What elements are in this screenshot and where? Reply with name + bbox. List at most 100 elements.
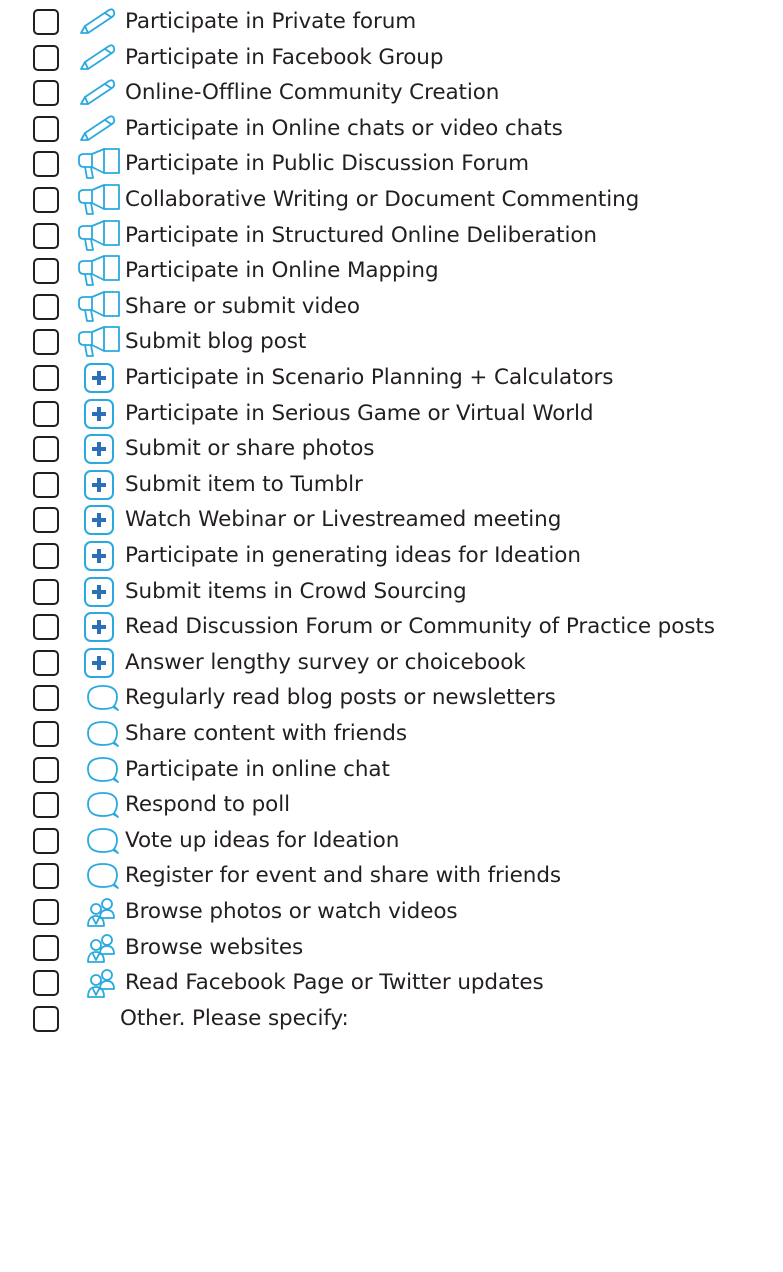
people-icon (76, 967, 120, 999)
pencil-icon (76, 77, 120, 109)
checkbox[interactable] (33, 685, 59, 711)
people-icon (76, 896, 120, 928)
item-label: Browse websites (125, 935, 304, 960)
checkbox[interactable] (33, 650, 59, 676)
list-item[interactable]: Browse websites (0, 930, 783, 966)
megaphone-icon (76, 326, 120, 358)
item-label: Submit blog post (125, 329, 307, 354)
list-item[interactable]: Regularly read blog posts or newsletters (0, 680, 783, 716)
speech-bubble-icon (76, 825, 120, 857)
pencil-icon (76, 113, 120, 145)
pencil-icon (76, 6, 120, 38)
item-label: Register for event and share with friend… (125, 863, 561, 888)
plus-icon (76, 398, 120, 430)
checkbox[interactable] (33, 151, 59, 177)
list-item[interactable]: Read Discussion Forum or Community of Pr… (0, 609, 783, 645)
megaphone-icon (76, 148, 120, 180)
checkbox[interactable] (33, 579, 59, 605)
list-item[interactable]: Participate in Facebook Group (0, 40, 783, 76)
item-label: Participate in Online chats or video cha… (125, 116, 563, 141)
list-item[interactable]: Participate in Private forum (0, 4, 783, 40)
item-label: Answer lengthy survey or choicebook (125, 650, 526, 675)
list-item[interactable]: Participate in Scenario Planning + Calcu… (0, 360, 783, 396)
item-label: Share content with friends (125, 721, 407, 746)
list-item[interactable]: Answer lengthy survey or choicebook (0, 645, 783, 681)
megaphone-icon (76, 255, 120, 287)
checkbox[interactable] (33, 294, 59, 320)
speech-bubble-icon (76, 754, 120, 786)
list-item[interactable]: Participate in Online chats or video cha… (0, 111, 783, 147)
list-item[interactable]: Submit item to Tumblr (0, 467, 783, 503)
speech-bubble-icon (76, 718, 120, 750)
list-item[interactable]: Participate in Online Mapping (0, 253, 783, 289)
item-label: Submit items in Crowd Sourcing (125, 579, 467, 604)
item-label: Read Discussion Forum or Community of Pr… (125, 614, 715, 639)
list-item[interactable]: Online-Offline Community Creation (0, 75, 783, 111)
other-option[interactable]: Other. Please specify: (0, 1001, 783, 1037)
item-label: Submit item to Tumblr (125, 472, 363, 497)
list-item[interactable]: Browse photos or watch videos (0, 894, 783, 930)
checkbox[interactable] (33, 970, 59, 996)
item-label: Participate in generating ideas for Idea… (125, 543, 581, 568)
checkbox[interactable] (33, 757, 59, 783)
megaphone-icon (76, 291, 120, 323)
item-label: Collaborative Writing or Document Commen… (125, 187, 640, 212)
item-label: Respond to poll (125, 792, 290, 817)
checkbox[interactable] (33, 401, 59, 427)
checkbox[interactable] (33, 258, 59, 284)
list-item[interactable]: Submit items in Crowd Sourcing (0, 574, 783, 610)
list-item[interactable]: Share or submit video (0, 289, 783, 325)
people-icon (76, 932, 120, 964)
item-label: Online-Offline Community Creation (125, 80, 500, 105)
item-label: Browse photos or watch videos (125, 899, 458, 924)
checkbox[interactable] (33, 721, 59, 747)
checkbox[interactable] (33, 863, 59, 889)
other-checkbox[interactable] (33, 1006, 59, 1032)
checkbox[interactable] (33, 543, 59, 569)
list-item[interactable]: Vote up ideas for Ideation (0, 823, 783, 859)
list-item[interactable]: Participate in Structured Online Deliber… (0, 218, 783, 254)
checkbox[interactable] (33, 472, 59, 498)
checkbox[interactable] (33, 116, 59, 142)
checkbox[interactable] (33, 223, 59, 249)
checkbox[interactable] (33, 9, 59, 35)
checkbox[interactable] (33, 935, 59, 961)
list-item[interactable]: Submit or share photos (0, 431, 783, 467)
list-item[interactable]: Participate in online chat (0, 752, 783, 788)
checkbox[interactable] (33, 329, 59, 355)
plus-icon (76, 611, 120, 643)
item-label: Participate in online chat (125, 757, 390, 782)
list-item[interactable]: Respond to poll (0, 787, 783, 823)
plus-icon (76, 469, 120, 501)
list-item[interactable]: Watch Webinar or Livestreamed meeting (0, 502, 783, 538)
list-item[interactable]: Register for event and share with friend… (0, 858, 783, 894)
list-item[interactable]: Read Facebook Page or Twitter updates (0, 965, 783, 1001)
list-item[interactable]: Collaborative Writing or Document Commen… (0, 182, 783, 218)
list-item[interactable]: Participate in Serious Game or Virtual W… (0, 396, 783, 432)
item-label: Watch Webinar or Livestreamed meeting (125, 507, 562, 532)
checkbox[interactable] (33, 507, 59, 533)
checkbox[interactable] (33, 899, 59, 925)
list-item[interactable]: Share content with friends (0, 716, 783, 752)
list-item[interactable]: Submit blog post (0, 324, 783, 360)
item-label: Participate in Public Discussion Forum (125, 151, 529, 176)
megaphone-icon (76, 220, 120, 252)
checkbox[interactable] (33, 45, 59, 71)
checkbox[interactable] (33, 614, 59, 640)
item-label: Participate in Serious Game or Virtual W… (125, 401, 594, 426)
plus-icon (76, 576, 120, 608)
other-label: Other. Please specify: (120, 1006, 349, 1031)
checkbox[interactable] (33, 792, 59, 818)
checkbox[interactable] (33, 828, 59, 854)
item-label: Participate in Scenario Planning + Calcu… (125, 365, 614, 390)
list-item[interactable]: Participate in generating ideas for Idea… (0, 538, 783, 574)
checkbox[interactable] (33, 365, 59, 391)
checkbox[interactable] (33, 436, 59, 462)
speech-bubble-icon (76, 860, 120, 892)
item-label: Share or submit video (125, 294, 360, 319)
list-item[interactable]: Participate in Public Discussion Forum (0, 146, 783, 182)
checkbox[interactable] (33, 187, 59, 213)
plus-icon (76, 362, 120, 394)
checkbox[interactable] (33, 80, 59, 106)
speech-bubble-icon (76, 682, 120, 714)
